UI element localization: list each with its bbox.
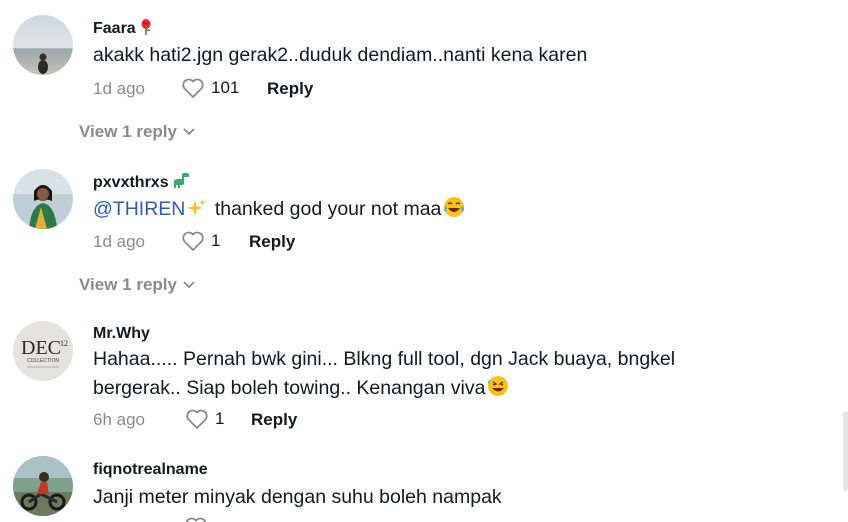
username[interactable]: pxvxthrxs [93,173,190,194]
username[interactable]: fiqnotrealname [93,461,208,479]
like-count: 1 [211,231,221,250]
heart-icon [182,231,204,251]
heart-icon [186,409,208,429]
avatar[interactable] [13,15,73,75]
dinosaur-icon [172,173,190,194]
comment-text: akakk hati2.jgn gerak2..duduk dendiam..n… [93,44,588,66]
heart-icon[interactable] [184,516,208,522]
view-replies-button[interactable]: View 1 reply [79,122,195,142]
username-text[interactable]: pxvxthrxs [93,174,169,191]
reply-button[interactable]: Reply [251,410,297,430]
view-replies-label[interactable]: View 1 reply [79,275,177,295]
joy-emoji-icon [443,196,465,227]
avatar-logo-text: DEC [21,337,61,359]
username-text[interactable]: Faara [93,20,136,37]
comment-time: 1d ago [93,232,145,251]
chevron-down-icon [183,281,195,289]
like-button[interactable]: 1 [185,408,224,430]
avatar-logo-number: 12 [60,339,68,348]
sparkles-icon [187,198,207,227]
comment-body: thanked god your not maa [214,198,442,220]
like-count: 1 [215,409,225,428]
rofl-emoji-icon [487,375,509,406]
like-button[interactable]: 101 [181,77,239,99]
username-text[interactable]: fiqnotrealname [93,461,208,478]
like-button[interactable]: 1 [181,230,220,252]
comment-text: Hahaa..... Pernah bwk gini... Blkng full… [93,345,733,406]
reply-button[interactable]: Reply [249,232,295,252]
view-replies-button[interactable]: View 1 reply [79,275,195,295]
like-count: 101 [211,78,240,97]
comment-text: @THIREN thanked god your not maa [93,195,793,227]
comment-body: Hahaa..... Pernah bwk gini... Blkng full… [93,348,676,399]
comment-time: 1d ago [93,79,145,98]
chevron-down-icon [183,128,195,136]
avatar[interactable]: DEC 12 COLLECTION [13,321,73,381]
avatar[interactable] [13,456,73,516]
username-text[interactable]: Mr.Why [93,325,150,342]
heart-icon [182,78,204,98]
avatar-logo-sub: COLLECTION [27,358,59,364]
username[interactable]: Faara [93,19,153,40]
view-replies-label[interactable]: View 1 reply [79,122,177,142]
scrollbar-thumb[interactable] [843,411,848,491]
comment-text: Janji meter minyak dengan suhu boleh nam… [93,486,502,508]
comment-time: 6h ago [93,410,145,429]
username[interactable]: Mr.Why [93,325,150,343]
rose-icon [139,19,153,40]
mention-link[interactable]: @THIREN [93,198,185,220]
avatar[interactable] [13,169,73,229]
reply-button[interactable]: Reply [267,79,313,99]
